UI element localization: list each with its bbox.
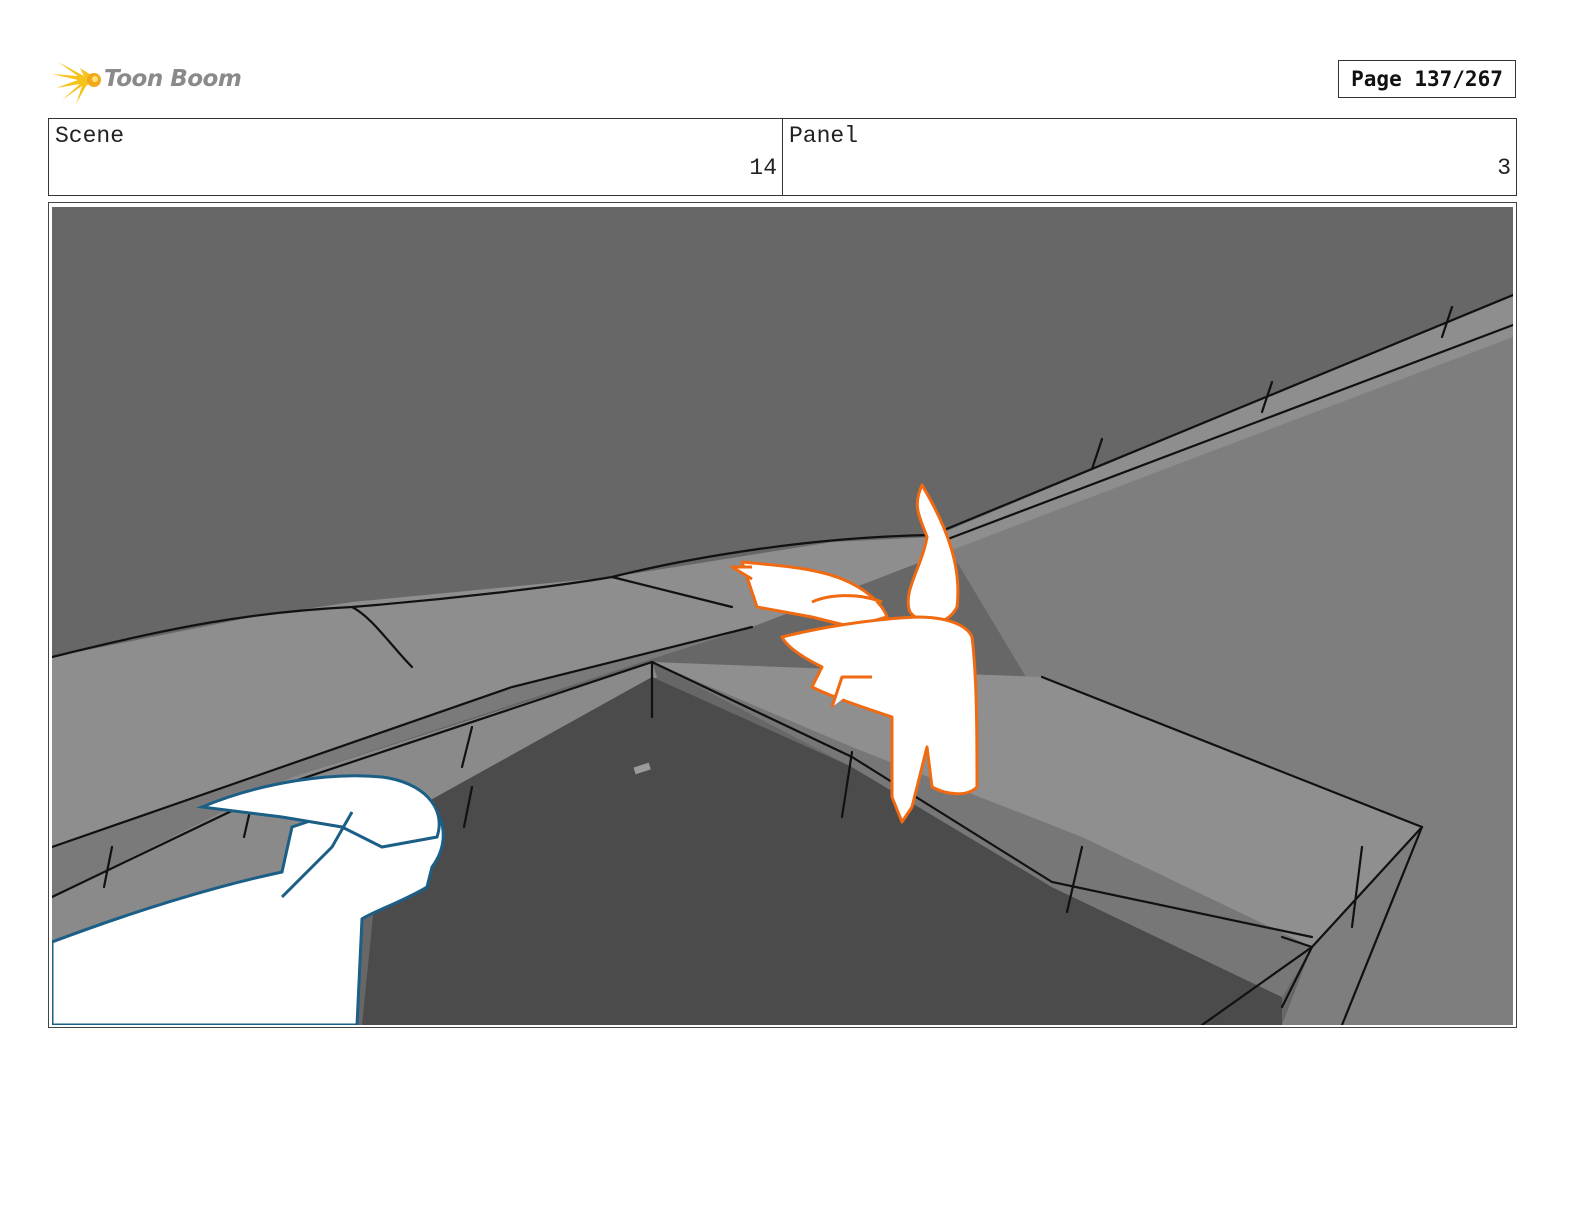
logo-text: Toon Boom [104, 66, 242, 92]
scene-number: 14 [749, 155, 777, 181]
panel-cell: Panel 3 [782, 119, 1516, 195]
scene-cell: Scene 14 [49, 119, 782, 195]
scene-label: Scene [55, 123, 125, 149]
scene-panel-info: Scene 14 Panel 3 [48, 118, 1517, 196]
star-burst-icon [52, 62, 101, 104]
toon-boom-logo: Toon Boom [50, 54, 250, 108]
panel-drawing [52, 207, 1513, 1025]
panel-label: Panel [789, 123, 859, 149]
storyboard-panel [48, 202, 1517, 1028]
panel-number: 3 [1497, 155, 1511, 181]
page-indicator: Page 137/267 [1338, 60, 1516, 98]
